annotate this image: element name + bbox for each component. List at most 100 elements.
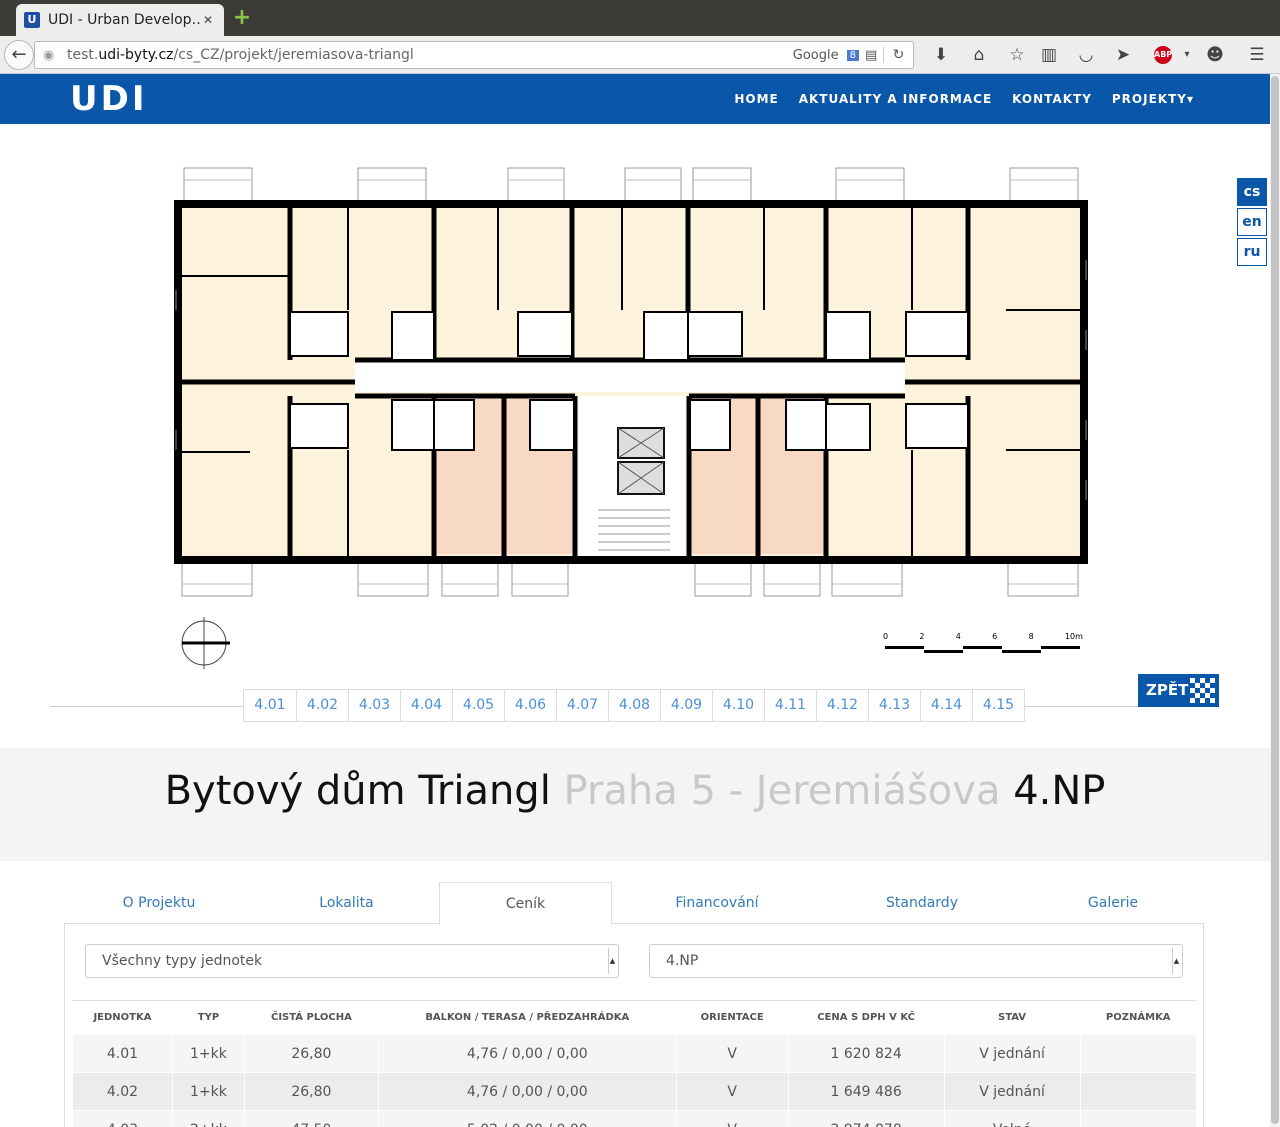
lang-en[interactable]: en bbox=[1237, 208, 1267, 236]
reader-view-icon[interactable]: ▤ bbox=[865, 48, 883, 63]
site-header: UDI HOME AKTUALITY A INFORMACE KONTAKTY … bbox=[0, 74, 1270, 124]
unit-pager: 4.01 4.02 4.03 4.04 4.05 4.06 4.07 4.08 … bbox=[243, 689, 1025, 722]
chat-icon[interactable]: ☻ bbox=[1202, 42, 1228, 68]
udi-logo[interactable]: UDI bbox=[70, 82, 147, 116]
unit-link-4-10[interactable]: 4.10 bbox=[712, 690, 764, 721]
select-caret-icon: ▲ bbox=[608, 948, 616, 974]
tab-galerie[interactable]: Galerie bbox=[1018, 882, 1208, 924]
cell-note bbox=[1079, 1072, 1196, 1111]
tab-standardy[interactable]: Standardy bbox=[826, 882, 1018, 924]
scale-tick: 10m bbox=[1064, 632, 1083, 641]
back-arrow-icon[interactable]: ← bbox=[4, 40, 34, 70]
page-title: Bytový dům Triangl Praha 5 - Jeremiášova… bbox=[0, 768, 1270, 814]
tab-cenik[interactable]: Ceník bbox=[439, 882, 612, 925]
cell-type: 2+kk bbox=[171, 1110, 245, 1127]
scale-bar: 0 2 4 6 8 10m bbox=[883, 632, 1093, 662]
adblock-dropdown-icon[interactable]: ▾ bbox=[1174, 42, 1200, 68]
unit-link-4-14[interactable]: 4.14 bbox=[920, 690, 972, 721]
nav-home[interactable]: HOME bbox=[734, 92, 778, 106]
col-header[interactable]: CENA S DPH V KČ bbox=[787, 1000, 945, 1035]
new-tab-icon[interactable]: + bbox=[232, 7, 252, 29]
project-tabs: O Projektu Lokalita Ceník Financování St… bbox=[64, 882, 1204, 925]
search-engine-badge: 8 bbox=[846, 49, 859, 61]
cell-area: 26,80 bbox=[243, 1034, 379, 1073]
floor-select[interactable]: 4.NP ▲ bbox=[649, 944, 1183, 978]
unit-link-4-11[interactable]: 4.11 bbox=[764, 690, 816, 721]
unit-link-4-13[interactable]: 4.13 bbox=[868, 690, 920, 721]
pocket-icon[interactable]: ◡ bbox=[1073, 42, 1099, 68]
nav-contacts[interactable]: KONTAKTY bbox=[1012, 92, 1092, 106]
adblock-icon[interactable]: ABP bbox=[1154, 46, 1172, 64]
unit-link-4-15[interactable]: 4.15 bbox=[972, 690, 1024, 721]
floor-plan[interactable] bbox=[170, 160, 1100, 610]
cell-orientation: V bbox=[675, 1072, 789, 1111]
unit-link-4-02[interactable]: 4.02 bbox=[296, 690, 348, 721]
send-icon[interactable]: ➤ bbox=[1110, 42, 1136, 68]
cell-note bbox=[1079, 1110, 1196, 1127]
browser-tab[interactable]: U UDI - Urban Develop… ✕ bbox=[16, 4, 224, 36]
browser-tab-bar: U UDI - Urban Develop… ✕ + bbox=[0, 0, 1280, 36]
unit-link-4-12[interactable]: 4.12 bbox=[816, 690, 868, 721]
cell-type: 1+kk bbox=[171, 1034, 245, 1073]
cell-price: 1 620 824 bbox=[787, 1034, 945, 1073]
checker-icon bbox=[1190, 678, 1215, 703]
url-domain: udi-byty.cz bbox=[98, 47, 174, 63]
col-header[interactable]: ORIENTACE bbox=[675, 1000, 789, 1035]
cell-balcony: 4,76 / 0,00 / 0,00 bbox=[377, 1034, 677, 1073]
bookmarks-list-icon[interactable]: ▥ bbox=[1036, 42, 1062, 68]
unit-link-4-08[interactable]: 4.08 bbox=[608, 690, 660, 721]
cell-unit: 4.01 bbox=[72, 1034, 173, 1073]
unit-type-select[interactable]: Všechny typy jednotek ▲ bbox=[85, 944, 619, 978]
unit-link-4-06[interactable]: 4.06 bbox=[504, 690, 556, 721]
cell-unit: 4.02 bbox=[72, 1072, 173, 1111]
tab-lokalita[interactable]: Lokalita bbox=[254, 882, 439, 924]
url-text[interactable]: test.udi-byty.cz/cs_CZ/projekt/jeremiaso… bbox=[67, 47, 793, 63]
scrollbar-thumb[interactable] bbox=[1271, 76, 1279, 1124]
address-bar[interactable]: ◉ test.udi-byty.cz/cs_CZ/projekt/jeremia… bbox=[34, 41, 914, 69]
close-tab-icon[interactable]: ✕ bbox=[200, 13, 216, 27]
col-header[interactable]: POZNÁMKA bbox=[1079, 1000, 1196, 1035]
cell-orientation: V bbox=[675, 1034, 789, 1073]
cell-status: V jednání bbox=[943, 1072, 1080, 1111]
scale-tick: 2 bbox=[919, 632, 925, 641]
cell-note bbox=[1079, 1034, 1196, 1073]
unit-link-4-01[interactable]: 4.01 bbox=[244, 690, 296, 721]
download-icon[interactable]: ⬇ bbox=[928, 42, 954, 68]
table-row[interactable]: 4.02 1+kk 26,80 4,76 / 0,00 / 0,00 V 1 6… bbox=[72, 1072, 1196, 1111]
bookmark-star-icon[interactable]: ☆ bbox=[1004, 42, 1030, 68]
unit-link-4-05[interactable]: 4.05 bbox=[452, 690, 504, 721]
lang-cs[interactable]: cs bbox=[1237, 178, 1267, 206]
url-prefix: test. bbox=[67, 47, 99, 63]
cell-price: 2 974 878 bbox=[787, 1110, 945, 1127]
table-row[interactable]: 4.01 1+kk 26,80 4,76 / 0,00 / 0,00 V 1 6… bbox=[72, 1034, 1196, 1073]
unit-link-4-04[interactable]: 4.04 bbox=[400, 690, 452, 721]
main-navigation: HOME AKTUALITY A INFORMACE KONTAKTY PROJ… bbox=[714, 74, 1194, 124]
col-header[interactable]: JEDNOTKA bbox=[72, 1000, 173, 1035]
col-header[interactable]: ČISTÁ PLOCHA bbox=[243, 1000, 379, 1035]
scale-bar-graphic bbox=[885, 646, 1080, 653]
reload-icon[interactable]: ↻ bbox=[883, 47, 913, 63]
project-location: Praha 5 - Jeremiášova bbox=[563, 768, 1001, 814]
nav-news[interactable]: AKTUALITY A INFORMACE bbox=[799, 92, 992, 106]
scale-tick: 8 bbox=[1028, 632, 1034, 641]
col-header[interactable]: STAV bbox=[943, 1000, 1080, 1035]
col-header[interactable]: BALKON / TERASA / PŘEDZAHRÁDKA bbox=[377, 1000, 677, 1035]
lang-ru[interactable]: ru bbox=[1237, 238, 1267, 266]
tab-o-projektu[interactable]: O Projektu bbox=[64, 882, 254, 924]
table-header-row: JEDNOTKA TYP ČISTÁ PLOCHA BALKON / TERAS… bbox=[72, 1000, 1196, 1035]
unit-link-4-07[interactable]: 4.07 bbox=[556, 690, 608, 721]
floor-select-value: 4.NP bbox=[666, 953, 699, 969]
home-icon[interactable]: ⌂ bbox=[966, 42, 992, 68]
menu-hamburger-icon[interactable]: ☰ bbox=[1244, 42, 1270, 68]
page-scrollbar[interactable] bbox=[1270, 74, 1280, 1127]
cell-orientation: V bbox=[675, 1110, 789, 1127]
table-row[interactable]: 4.03 2+kk 47,50 5,02 / 0,00 / 0,00 V 2 9… bbox=[72, 1110, 1196, 1127]
select-caret-icon: ▲ bbox=[1172, 948, 1180, 974]
col-header[interactable]: TYP bbox=[171, 1000, 245, 1035]
nav-projects-dropdown[interactable]: PROJEKTY▾ bbox=[1112, 92, 1194, 106]
unit-link-4-03[interactable]: 4.03 bbox=[348, 690, 400, 721]
back-button[interactable]: ZPĚT bbox=[1138, 674, 1219, 707]
tab-financovani[interactable]: Financování bbox=[622, 882, 812, 924]
unit-link-4-09[interactable]: 4.09 bbox=[660, 690, 712, 721]
cell-unit: 4.03 bbox=[72, 1110, 173, 1127]
